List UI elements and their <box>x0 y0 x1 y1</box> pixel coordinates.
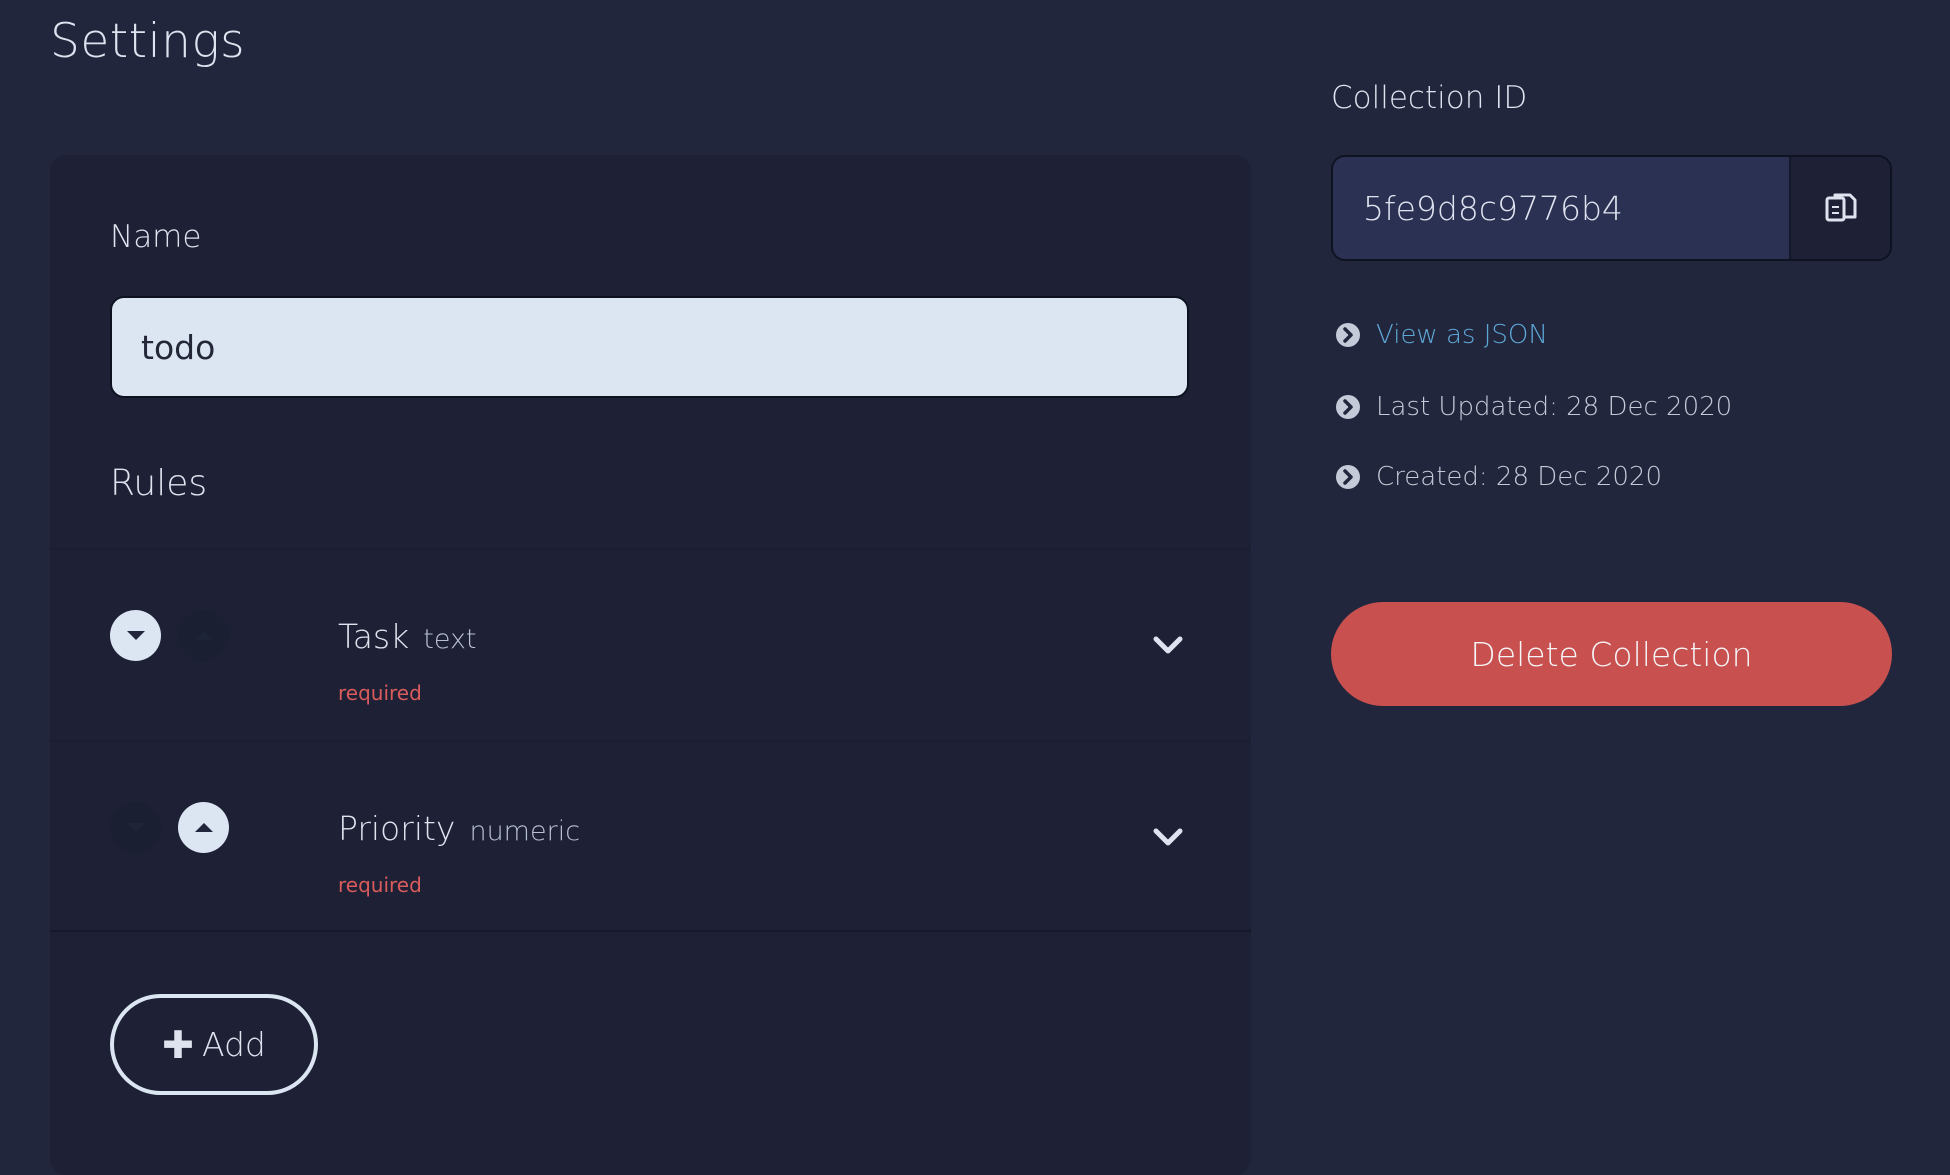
chevron-circle-right-icon <box>1336 395 1360 419</box>
move-down-button[interactable] <box>110 610 161 661</box>
view-json-link[interactable]: View as JSON <box>1336 320 1548 350</box>
rule-required-badge: required <box>338 681 422 705</box>
add-rule-button[interactable]: ✚ Add <box>110 994 318 1095</box>
rule-name: Priority <box>338 809 456 848</box>
chevron-down-icon[interactable] <box>1150 820 1186 856</box>
add-button-label: Add <box>201 1025 266 1064</box>
page-title: Settings <box>50 14 246 69</box>
move-up-button <box>178 610 229 661</box>
last-updated: Last Updated: 28 Dec 2020 <box>1336 392 1732 422</box>
rule-row: Task text required <box>50 548 1251 740</box>
name-label: Name <box>110 219 202 255</box>
plus-icon: ✚ <box>162 1022 194 1067</box>
created-text: Created: 28 Dec 2020 <box>1376 462 1663 492</box>
rule-type: numeric <box>469 816 581 847</box>
rule-row: Priority numeric required <box>50 740 1251 932</box>
created: Created: 28 Dec 2020 <box>1336 462 1662 492</box>
rule-required-badge: required <box>338 873 422 897</box>
collection-id-field: 5fe9d8c9776b4 <box>1331 155 1892 261</box>
name-input[interactable] <box>110 296 1189 398</box>
rules-title: Rules <box>110 463 208 504</box>
chevron-down-icon[interactable] <box>1150 628 1186 664</box>
chevron-circle-right-icon <box>1336 323 1360 347</box>
copy-icon <box>1825 193 1856 222</box>
last-updated-text: Last Updated: 28 Dec 2020 <box>1376 392 1733 422</box>
collection-id-label: Collection ID <box>1331 80 1528 116</box>
copy-button[interactable] <box>1789 157 1890 259</box>
settings-card: Name Rules Task text required Priority num… <box>50 155 1251 1175</box>
rule-name: Task <box>338 617 410 656</box>
delete-collection-button[interactable]: Delete Collection <box>1331 602 1892 706</box>
chevron-circle-right-icon <box>1336 465 1360 489</box>
collection-id-value[interactable]: 5fe9d8c9776b4 <box>1333 157 1789 259</box>
caret-up-icon <box>194 823 213 832</box>
rule-title: Priority numeric <box>338 809 580 848</box>
rule-type: text <box>423 624 477 655</box>
move-down-button <box>110 802 161 853</box>
move-up-button[interactable] <box>178 802 229 853</box>
caret-up-icon <box>194 631 213 640</box>
rule-title: Task text <box>338 617 477 656</box>
caret-down-icon <box>126 631 145 640</box>
caret-down-icon <box>126 823 145 832</box>
view-json-label: View as JSON <box>1376 320 1548 350</box>
